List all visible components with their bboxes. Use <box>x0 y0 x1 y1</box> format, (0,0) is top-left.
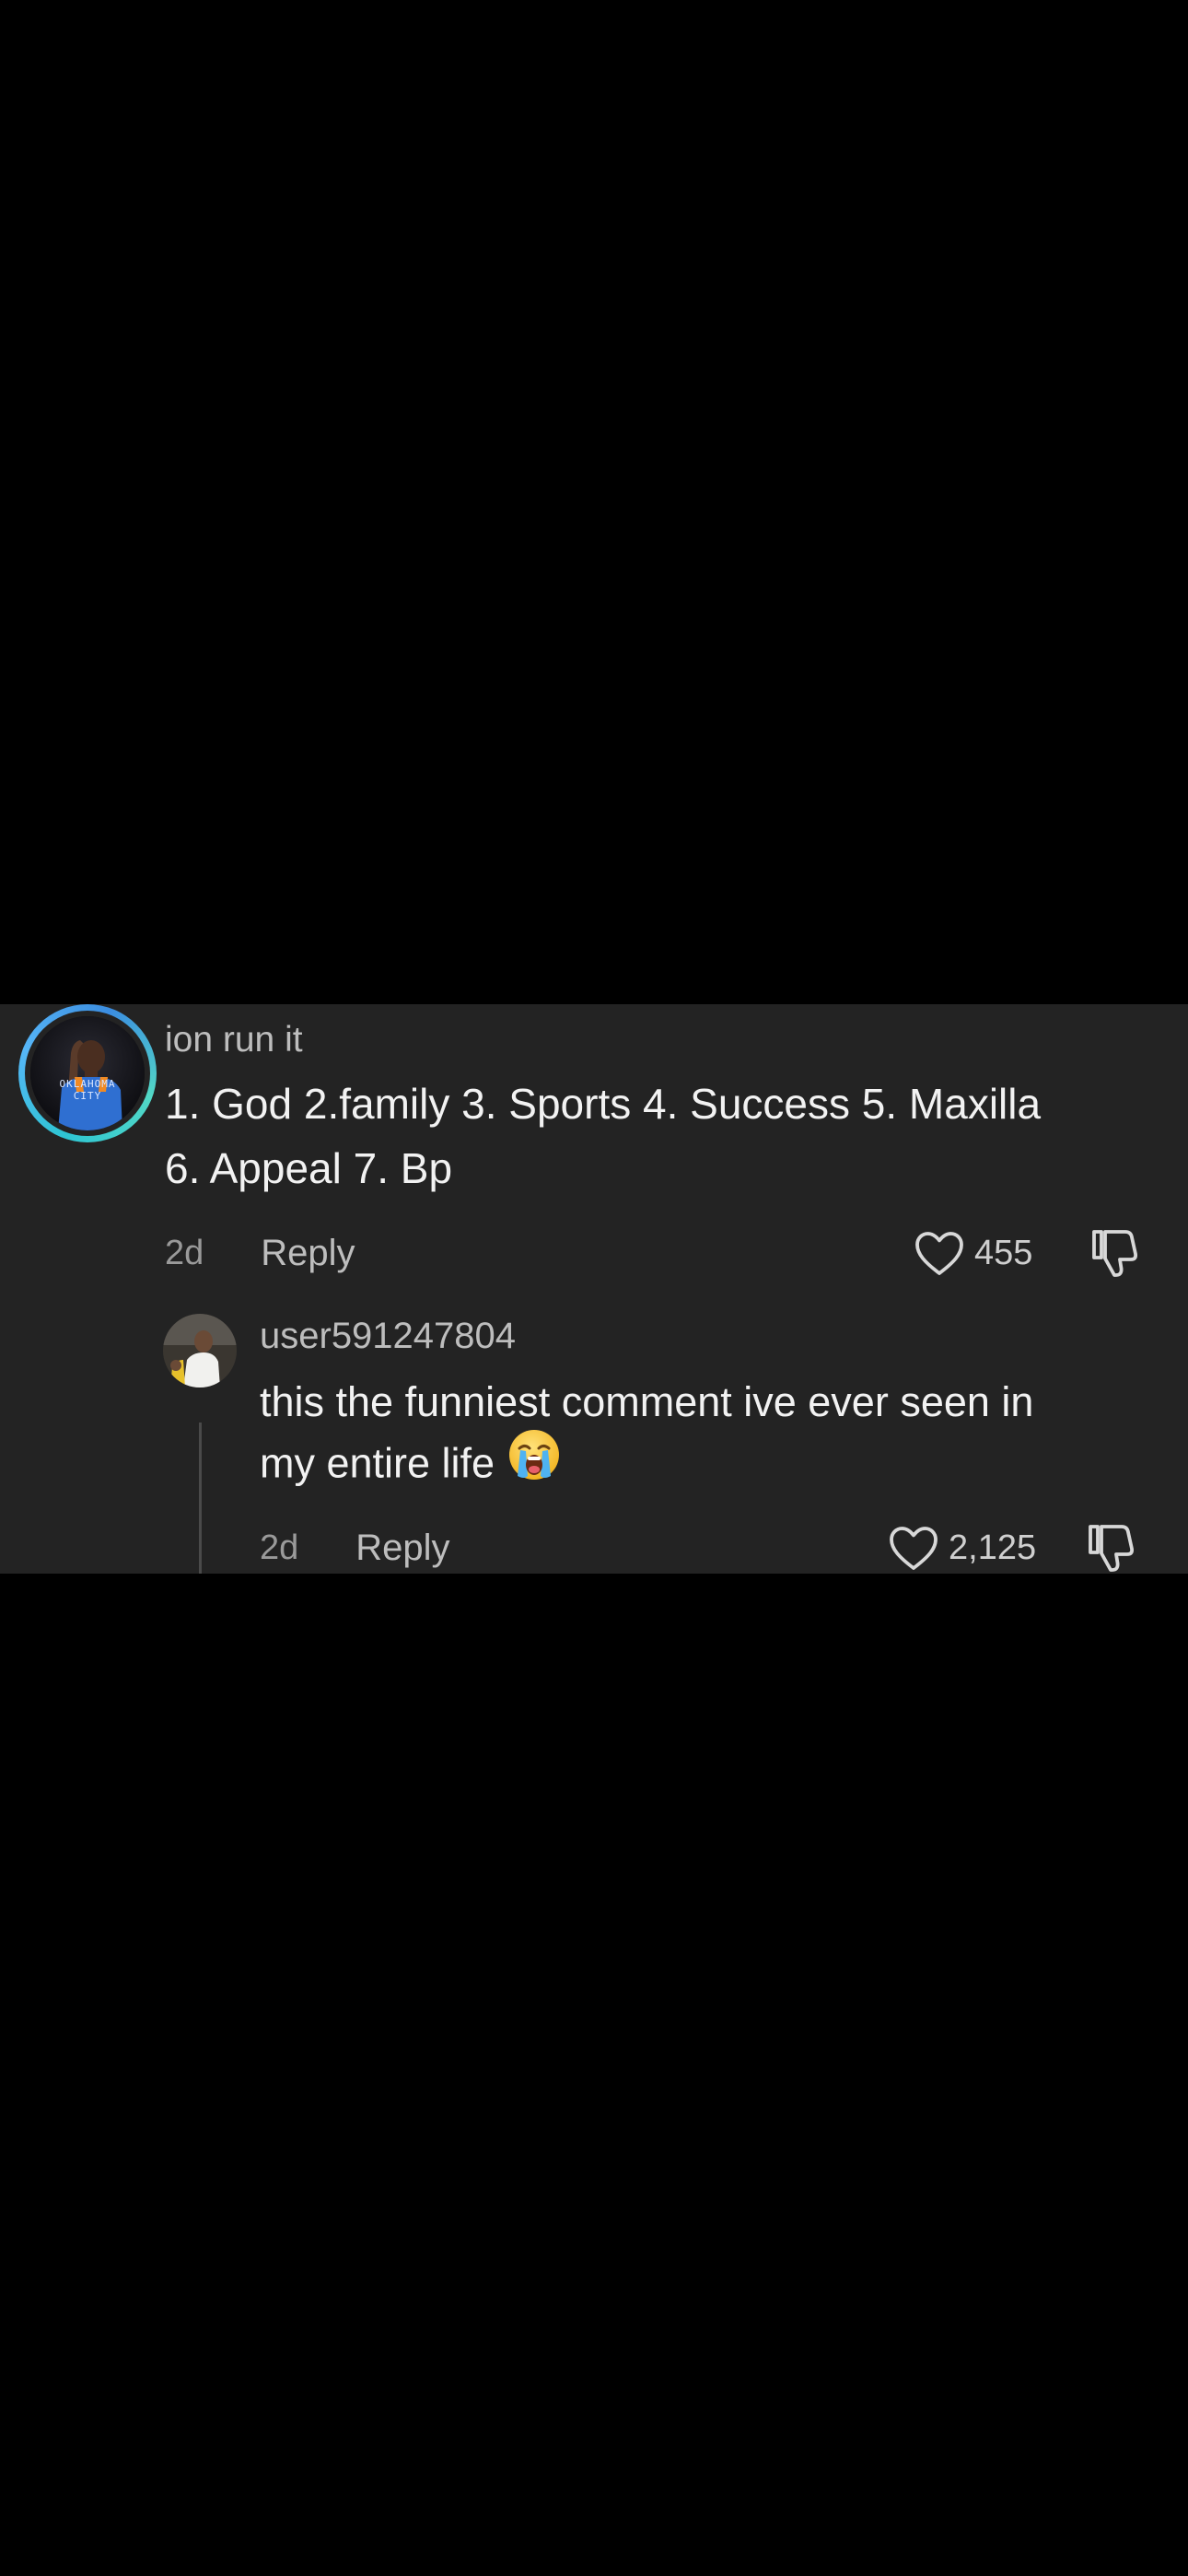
reply-like-count: 2,125 <box>949 1528 1037 1567</box>
loudly-crying-face-icon <box>507 1428 561 1497</box>
reply-avatar[interactable] <box>163 1314 237 1388</box>
player-photo-icon <box>30 1016 145 1130</box>
heart-icon[interactable] <box>888 1524 939 1572</box>
dislike-icon[interactable] <box>1089 1226 1140 1280</box>
reply-avatar-photo-icon <box>163 1314 237 1388</box>
comment-text-line-2: 6. Appeal 7. Bp <box>165 1144 453 1192</box>
story-ring-avatar[interactable] <box>18 1004 157 1142</box>
comment-like-count: 455 <box>974 1233 1033 1272</box>
avatar <box>30 1016 145 1130</box>
reply-text-line-2: my entire life <box>260 1439 495 1487</box>
comment-text: 1. God 2.family 3. Sports 4. Success 5. … <box>165 1071 1159 1200</box>
reply-text: this the funniest comment ive ever seen … <box>260 1373 1171 1501</box>
comment-timestamp: 2d <box>165 1233 204 1272</box>
heart-icon[interactable] <box>914 1229 965 1277</box>
reply-text-line-1: this the funniest comment ive ever seen … <box>260 1378 1034 1425</box>
comment-username[interactable]: ion run it <box>165 1020 303 1060</box>
reply-thread-line <box>199 1423 202 1574</box>
comment-like-group: 455 <box>914 1225 1032 1281</box>
reply-reply-button[interactable]: Reply <box>355 1528 449 1569</box>
comment-reply-button[interactable]: Reply <box>261 1233 355 1274</box>
dislike-icon[interactable] <box>1085 1521 1136 1575</box>
comment-meta: 2d Reply <box>165 1225 355 1281</box>
reply-timestamp: 2d <box>260 1528 299 1567</box>
comment-text-line-1: 1. God 2.family 3. Sports 4. Success 5. … <box>165 1080 1042 1128</box>
reply-text-line-2-wrap: my entire life <box>260 1430 1171 1501</box>
reply-username[interactable]: user591247804 <box>260 1316 516 1357</box>
reply-like-group: 2,125 <box>888 1520 1036 1575</box>
reply-meta: 2d Reply <box>260 1520 450 1575</box>
